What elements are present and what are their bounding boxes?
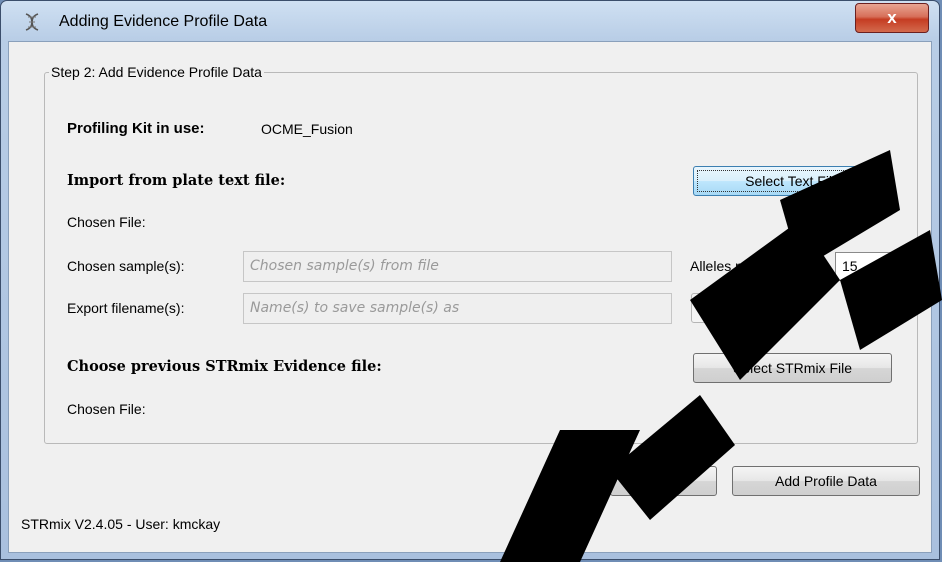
chosen-samples-field[interactable]: Chosen sample(s) from file bbox=[243, 251, 672, 282]
import-label: Import from plate text file: bbox=[67, 172, 286, 189]
close-icon: x bbox=[887, 8, 897, 27]
previous-file-label: Choose previous STRmix Evidence file: bbox=[67, 358, 382, 375]
kit-label: Profiling Kit in use: bbox=[67, 120, 205, 137]
window-title: Adding Evidence Profile Data bbox=[59, 13, 268, 30]
dialog-window: Adding Evidence Profile Data x Step 2: A… bbox=[0, 0, 940, 560]
export-filename-field[interactable]: Name(s) to save sample(s) as bbox=[243, 293, 672, 324]
title-bar[interactable]: Adding Evidence Profile Data x bbox=[1, 1, 939, 41]
step-legend: Step 2: Add Evidence Profile Data bbox=[51, 64, 262, 80]
select-strmix-file-button[interactable]: Select STRmix File bbox=[693, 353, 892, 383]
alleles-input[interactable]: 15 bbox=[835, 252, 892, 281]
close-button[interactable]: x bbox=[855, 3, 929, 33]
chosen-samples-label: Chosen sample(s): bbox=[67, 258, 185, 274]
alleles-label: Alleles per locus: bbox=[690, 258, 796, 274]
kit-value: OCME_Fusion bbox=[261, 121, 353, 137]
focus-ring bbox=[697, 170, 888, 192]
status-text: STRmix V2.4.05 - User: kmckay bbox=[21, 516, 221, 532]
dialog-content: Step 2: Add Evidence Profile Data Profil… bbox=[8, 41, 932, 553]
chosen-file-label-2: Chosen File: bbox=[67, 401, 146, 417]
cancel-button[interactable]: Cancel bbox=[610, 466, 717, 496]
edit-button[interactable]: Edit bbox=[691, 293, 777, 323]
select-text-file-button[interactable]: Select Text File bbox=[693, 166, 892, 196]
add-profile-data-button[interactable]: Add Profile Data bbox=[732, 466, 920, 496]
chosen-file-label: Chosen File: bbox=[67, 214, 146, 230]
export-label: Export filename(s): bbox=[67, 300, 185, 316]
dna-icon bbox=[25, 13, 39, 31]
